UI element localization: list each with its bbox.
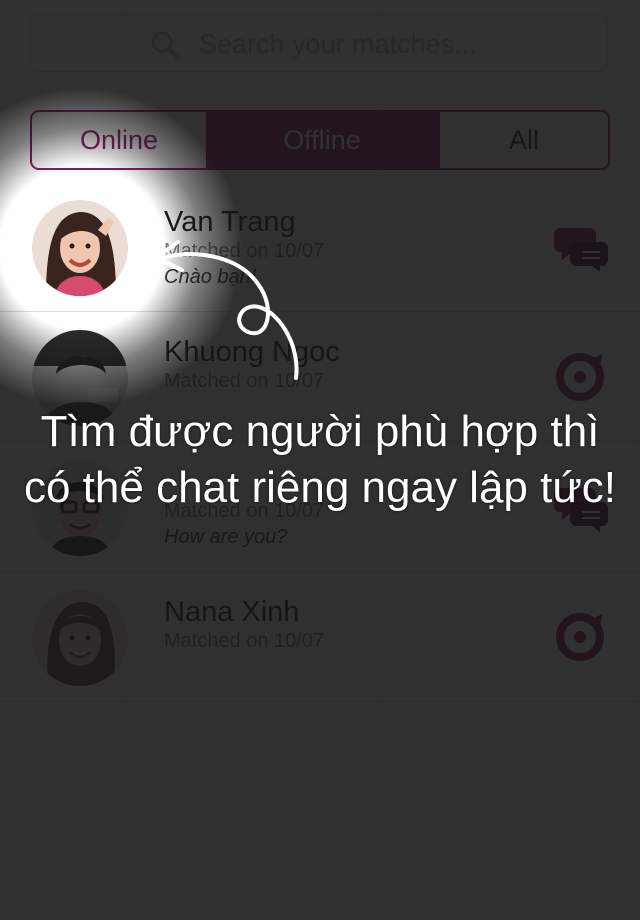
chat-icon[interactable] (554, 222, 610, 272)
list-item[interactable]: Nana Xinh Matched on 10/07 (0, 572, 640, 702)
tab-online[interactable]: Online (32, 112, 206, 168)
coach-line-1: Tìm được người phù hợp thì (40, 407, 600, 456)
tab-all[interactable]: All (438, 112, 608, 168)
list-item[interactable]: Van Trang Matched on 10/07 Chào bạn! (0, 182, 640, 312)
last-message: How are you? (164, 526, 288, 548)
coach-line-2: có thể chat riêng ngay lập tức! (23, 463, 617, 512)
tab-offline[interactable]: Offline (206, 112, 438, 168)
filter-tabs: Online Offline All (30, 110, 610, 170)
coach-message: Tìm được người phù hợp thì có thể chat r… (0, 404, 640, 516)
curved-arrow-icon (154, 240, 299, 380)
matches-screen: Search your matches... Online Offline Al… (0, 0, 640, 920)
match-name: Nana Xinh (164, 596, 300, 628)
search-input[interactable]: Search your matches... (199, 15, 477, 73)
target-icon[interactable] (554, 612, 610, 662)
avatar[interactable] (32, 200, 128, 296)
search-icon (151, 31, 180, 60)
matched-date: Matched on 10/07 (164, 630, 325, 652)
avatar[interactable] (32, 590, 128, 686)
target-icon[interactable] (554, 352, 610, 402)
search-bar[interactable]: Search your matches... (30, 14, 608, 72)
